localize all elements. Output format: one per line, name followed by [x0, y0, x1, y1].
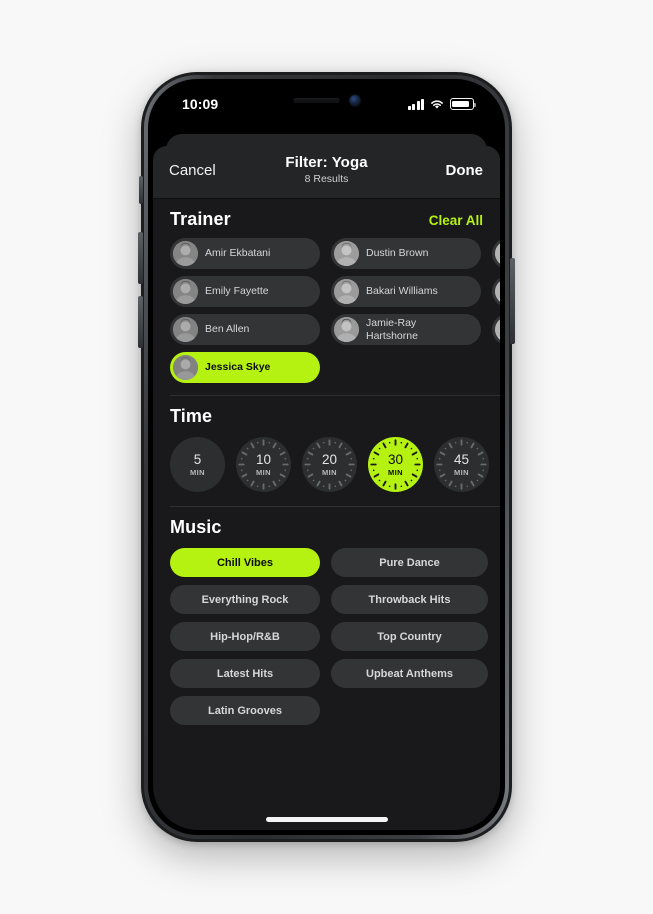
music-option[interactable]: Chill Vibes	[170, 548, 320, 577]
music-grid: Chill Vibes Pure Dance Everything Rock Thro…	[153, 546, 500, 741]
music-option-label: Hip-Hop/R&B	[210, 630, 280, 643]
time-option[interactable]: 45 MIN	[434, 437, 489, 492]
trainer-chip[interactable]: Jamie-Ray Hartshorne	[331, 314, 481, 345]
sheet-header: Cancel Filter: Yoga 8 Results Done	[153, 146, 500, 199]
battery-icon	[450, 98, 477, 110]
volume-down-button[interactable]	[138, 296, 143, 348]
trainer-name-label: Jamie-Ray Hartshorne	[366, 317, 418, 342]
done-button[interactable]: Done	[446, 162, 484, 179]
signal-bars-icon	[407, 98, 424, 110]
time-option[interactable]: 30 MIN	[368, 437, 423, 492]
app-container: Cancel Filter: Yoga 8 Results Done Train…	[153, 84, 500, 830]
earpiece-speaker	[293, 98, 339, 103]
music-section-header: Music	[153, 507, 500, 546]
avatar	[173, 355, 198, 380]
status-bar: 10:09	[153, 84, 500, 128]
trainer-name-label: Ben Allen	[205, 323, 250, 336]
trainer-chip[interactable]: Bakari Williams	[331, 276, 481, 307]
clear-all-button[interactable]: Clear All	[429, 213, 483, 228]
time-option[interactable]: 20 MIN	[302, 437, 357, 492]
time-unit-label: MIN	[322, 468, 337, 477]
filter-body[interactable]: Trainer Clear All Amir Ekbatani Dustin Br…	[153, 199, 500, 830]
music-option-label: Latest Hits	[216, 667, 274, 680]
trainer-name-label: Amir Ekbatani	[205, 247, 271, 260]
power-button[interactable]	[510, 258, 515, 344]
avatar	[334, 279, 359, 304]
music-section-title: Music	[170, 517, 222, 537]
phone-bezel: Cancel Filter: Yoga 8 Results Done Train…	[148, 79, 505, 835]
music-option-label: Latin Grooves	[208, 704, 282, 717]
trainer-name-label: Bakari Williams	[366, 285, 438, 298]
music-option[interactable]: Top Country	[331, 622, 488, 651]
music-option-label: Upbeat Anthems	[366, 667, 453, 680]
trainer-chip[interactable]: Ben Allen	[170, 314, 320, 345]
front-camera-icon	[349, 95, 360, 106]
music-option[interactable]: Upbeat Anthems	[331, 659, 488, 688]
music-option-label: Chill Vibes	[216, 556, 274, 569]
trainer-chip[interactable]: Dustin Brown	[331, 238, 481, 269]
time-unit-label: MIN	[256, 468, 271, 477]
phone-screen: Cancel Filter: Yoga 8 Results Done Train…	[153, 84, 500, 830]
music-option-label: Pure Dance	[379, 556, 440, 569]
avatar	[495, 241, 500, 266]
trainer-chip[interactable]: Emily Fayette	[170, 276, 320, 307]
avatar	[173, 317, 198, 342]
mute-switch-button[interactable]	[139, 176, 143, 204]
music-option[interactable]: Everything Rock	[170, 585, 320, 614]
music-option[interactable]: Hip-Hop/R&B	[170, 622, 320, 651]
avatar	[334, 241, 359, 266]
volume-up-button[interactable]	[138, 232, 143, 284]
phone-device: Cancel Filter: Yoga 8 Results Done Train…	[138, 72, 515, 842]
time-option[interactable]: 5 MIN	[170, 437, 225, 492]
time-section-header: Time	[153, 396, 500, 435]
time-unit-label: MIN	[388, 468, 403, 477]
trainer-section-title: Trainer	[170, 209, 231, 229]
avatar	[495, 279, 500, 304]
trainer-name-label: Jessica Skye	[205, 361, 271, 374]
time-option[interactable]: 10 MIN	[236, 437, 291, 492]
page-root: Cancel Filter: Yoga 8 Results Done Train…	[0, 0, 653, 914]
trainer-chip[interactable]: Amir Ekbatani	[170, 238, 320, 269]
time-value-label: 30	[387, 451, 404, 467]
time-value-label: 45	[453, 451, 470, 467]
time-value-label: 10	[255, 451, 272, 467]
trainer-name-label: Emily Fayette	[205, 285, 269, 298]
trainer-section-header: Trainer Clear All	[153, 199, 500, 238]
status-bar-indicators	[407, 98, 477, 110]
filter-sheet: Cancel Filter: Yoga 8 Results Done Train…	[153, 146, 500, 830]
trainer-chip[interactable]: Betina Gozo	[492, 314, 500, 345]
trainer-name-label: Dustin Brown	[366, 247, 429, 260]
home-indicator[interactable]	[265, 817, 388, 822]
avatar	[334, 317, 359, 342]
music-option-label: Everything Rock	[201, 593, 289, 606]
music-option[interactable]: Pure Dance	[331, 548, 488, 577]
music-option-label: Throwback Hits	[368, 593, 451, 606]
notch-area	[293, 95, 360, 106]
music-option[interactable]: Latest Hits	[170, 659, 320, 688]
status-bar-clock: 10:09	[182, 96, 219, 112]
music-option[interactable]: Latin Grooves	[170, 696, 320, 725]
music-option[interactable]: Throwback Hits	[331, 585, 488, 614]
time-options-row: 5 MIN 10 MIN 20 MIN 30 MIN 45 MIN	[153, 435, 500, 506]
trainer-grid: Amir Ekbatani Dustin Brown Anja Garcia Emil…	[153, 238, 500, 395]
avatar	[495, 317, 500, 342]
music-option-label: Top Country	[377, 630, 442, 643]
avatar	[173, 241, 198, 266]
avatar	[173, 279, 198, 304]
trainer-chip[interactable]: Gregg Cook	[492, 276, 500, 307]
time-unit-label: MIN	[190, 468, 205, 477]
trainer-chip[interactable]: Jessica Skye	[170, 352, 320, 383]
time-section-title: Time	[170, 406, 213, 426]
wifi-icon	[431, 100, 443, 109]
trainer-chip[interactable]: Anja Garcia	[492, 238, 500, 269]
time-value-label: 5	[193, 451, 202, 467]
time-value-label: 20	[321, 451, 338, 467]
time-unit-label: MIN	[454, 468, 469, 477]
